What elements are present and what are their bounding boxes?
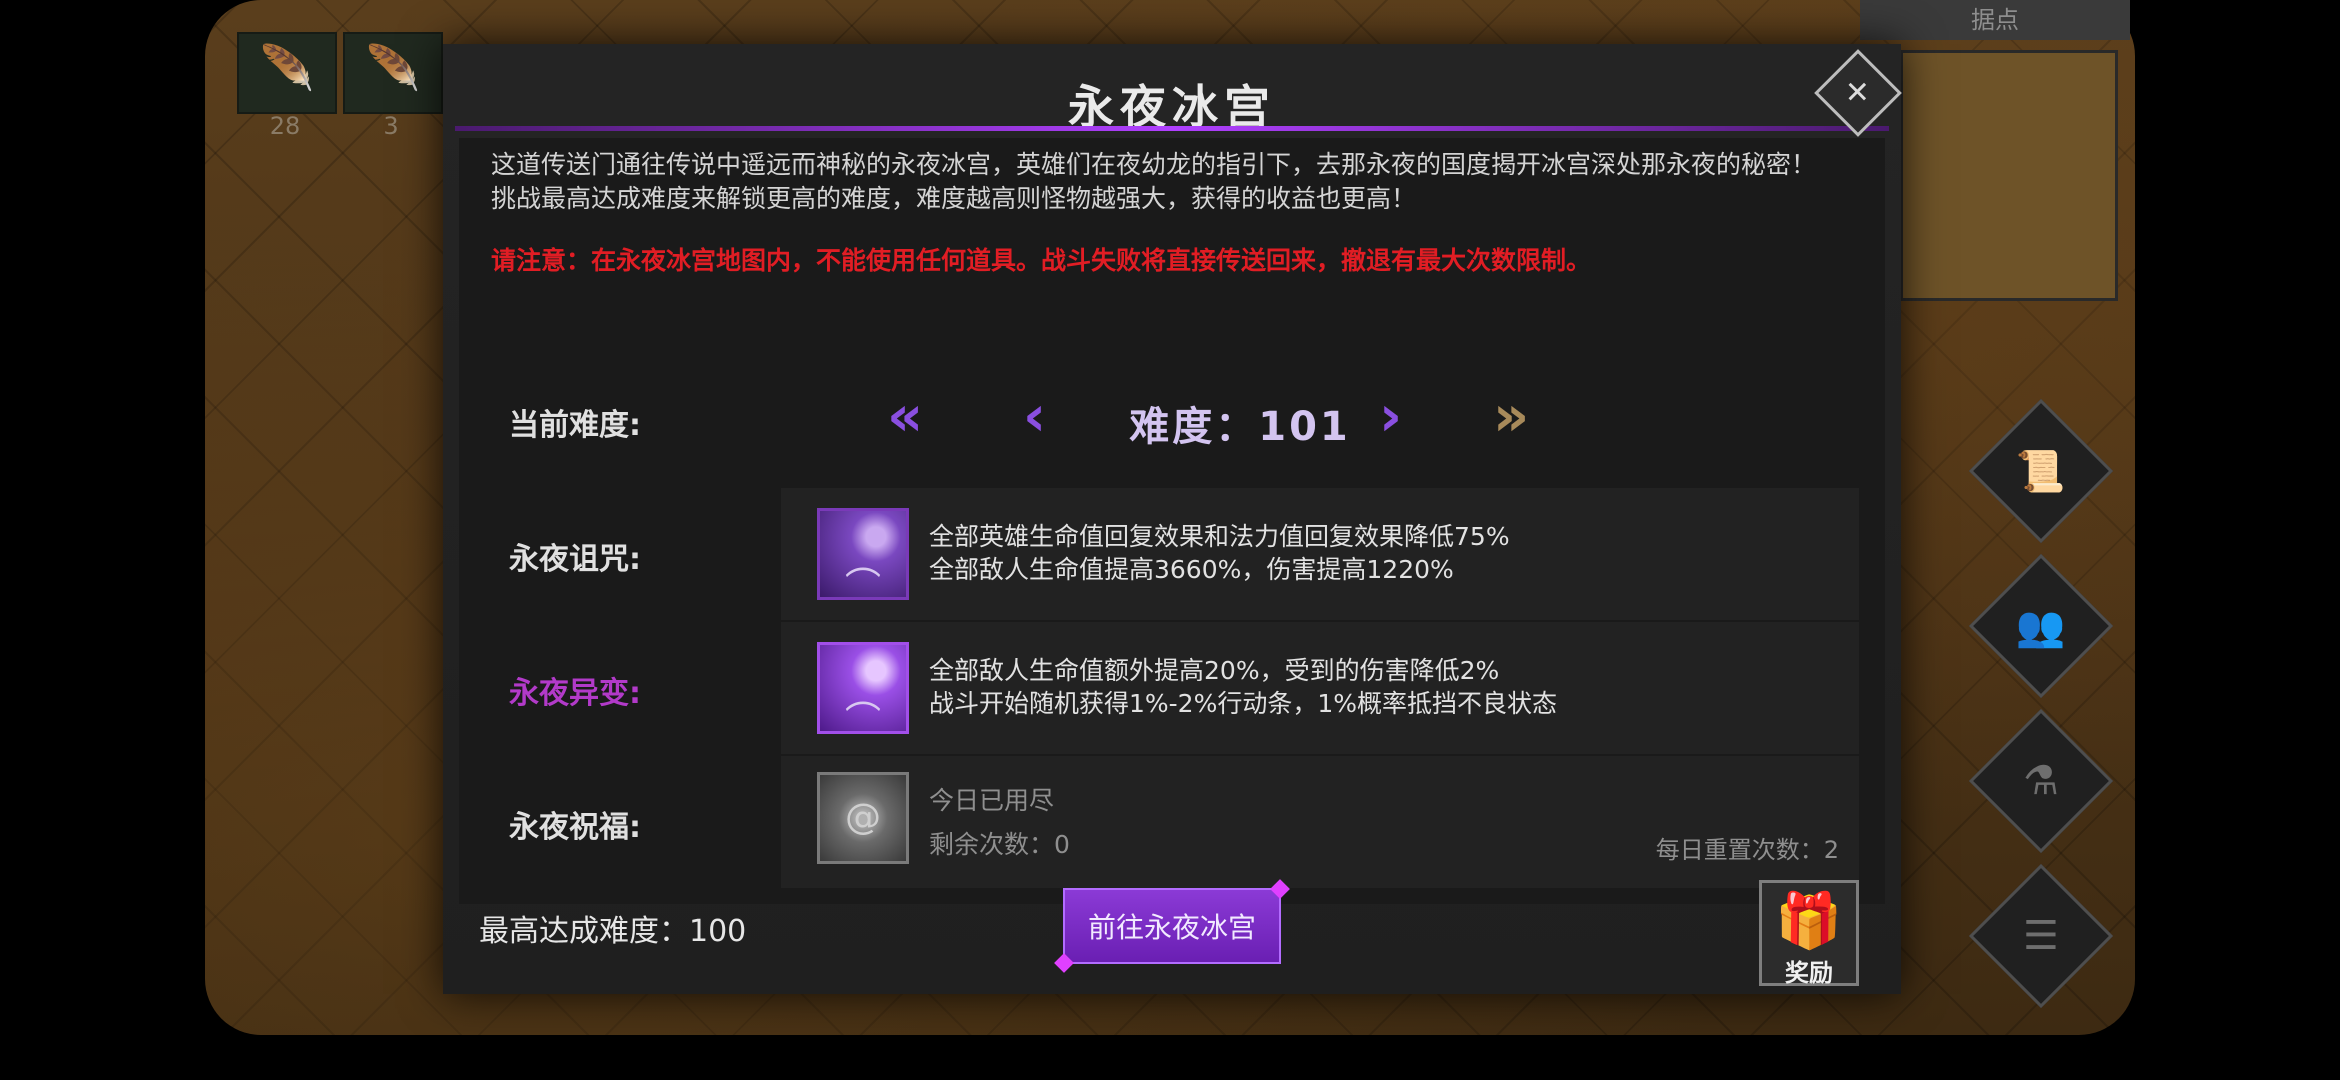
warning-text: 请注意：在永夜冰宫地图内，不能使用任何道具。战斗失败将直接传送回来，撤退有最大次…: [491, 246, 1592, 275]
difficulty-increase-fast-button[interactable]: »: [1493, 384, 1529, 449]
reward-button[interactable]: 🎁 奖励: [1759, 880, 1859, 987]
curse-label: 永夜诅咒:: [509, 542, 641, 577]
list-icon: ☰: [2023, 912, 2059, 959]
green-feather-icon: 🪶: [259, 43, 315, 94]
mutation-row: 永夜异变: ︵ 全部敌人生命值额外提高20%，受到的伤害降低2% 战斗开始随机获…: [475, 622, 1869, 754]
blessing-remaining: 剩余次数：0: [929, 830, 1070, 859]
enter-ice-palace-button[interactable]: 前往永夜冰宫: [1054, 879, 1290, 973]
bat-moon-icon[interactable]: ︵: [817, 508, 909, 600]
mutation-effect-line: 全部敌人生命值额外提高20%，受到的伤害降低2%: [929, 656, 1500, 685]
minimap-title: 据点: [1860, 0, 2130, 40]
close-icon: ✕: [1845, 75, 1871, 111]
difficulty-row: 当前难度: « ‹ 难度：101 › »: [475, 364, 1869, 474]
inventory-item-count: 28: [269, 112, 301, 140]
description-line: 这道传送门通往传说中遥远而神秘的永夜冰宫，英雄们在夜幼龙的指引下，去那永夜的国度…: [491, 150, 1817, 179]
description: 这道传送门通往传说中遥远而神秘的永夜冰宫，英雄们在夜幼龙的指引下，去那永夜的国度…: [491, 148, 1891, 216]
difficulty-decrease-fast-button[interactable]: «: [887, 384, 923, 449]
enter-ice-palace-label: 前往永夜冰宫: [1087, 911, 1256, 944]
mutation-effect-line: 战斗开始随机获得1%-2%行动条，1%概率抵挡不良状态: [929, 689, 1558, 718]
inventory-item-green[interactable]: 🪶: [237, 32, 337, 114]
description-line: 挑战最高达成难度来解锁更高的难度，难度越高则怪物越强大，获得的收益也更高！: [491, 184, 1417, 213]
dialog-content: 这道传送门通往传说中遥远而神秘的永夜冰宫，英雄们在夜幼龙的指引下，去那永夜的国度…: [459, 138, 1885, 904]
minimap-view[interactable]: [1900, 50, 2118, 301]
mutation-label: 永夜异变:: [509, 676, 641, 711]
reward-label: 奖励: [1785, 959, 1833, 987]
difficulty-label: 当前难度:: [509, 408, 641, 443]
scroll-icon: 📜: [2016, 448, 2066, 495]
difficulty-value: 难度：101: [1129, 404, 1351, 450]
mutation-panel: ︵ 全部敌人生命值额外提高20%，受到的伤害降低2% 战斗开始随机获得1%-2%…: [781, 622, 1859, 754]
corner-decoration: [1054, 953, 1074, 973]
title-divider: [455, 126, 1889, 131]
vortex-icon[interactable]: @: [817, 772, 909, 864]
curse-panel: ︵ 全部英雄生命值回复效果和法力值回复效果降低75% 全部敌人生命值提高3660…: [781, 488, 1859, 620]
blessing-status: 今日已用尽: [929, 786, 1055, 815]
inventory-item-count: 3: [383, 112, 399, 140]
heroes-icon: 👥: [2016, 603, 2066, 650]
curse-effect-line: 全部英雄生命值回复效果和法力值回复效果降低75%: [929, 522, 1510, 551]
gift-icon: 🎁: [1775, 889, 1843, 952]
blessing-label: 永夜祝福:: [509, 810, 641, 845]
eternal-night-dialog: 永夜冰宫 ✕ 这道传送门通往传说中遥远而神秘的永夜冰宫，英雄们在夜幼龙的指引下，…: [443, 44, 1902, 994]
difficulty-increase-button[interactable]: ›: [1379, 384, 1402, 449]
best-difficulty: 最高达成难度：100: [479, 914, 747, 949]
blessing-daily-reset: 每日重置次数：2: [1655, 836, 1839, 864]
inventory-item-purple[interactable]: 🪶: [343, 32, 443, 114]
difficulty-decrease-button[interactable]: ‹: [1023, 384, 1046, 449]
blessing-row: 永夜祝福: @ 今日已用尽 剩余次数：0 每日重置次数：2: [475, 756, 1869, 888]
purple-feather-icon: 🪶: [365, 43, 421, 94]
potion-icon: ⚗: [2023, 757, 2059, 804]
curse-effect-line: 全部敌人生命值提高3660%，伤害提高1220%: [929, 555, 1454, 584]
blessing-panel: @ 今日已用尽 剩余次数：0 每日重置次数：2: [781, 756, 1859, 888]
bat-moon-icon[interactable]: ︵: [817, 642, 909, 734]
curse-row: 永夜诅咒: ︵ 全部英雄生命值回复效果和法力值回复效果降低75% 全部敌人生命值…: [475, 488, 1869, 620]
